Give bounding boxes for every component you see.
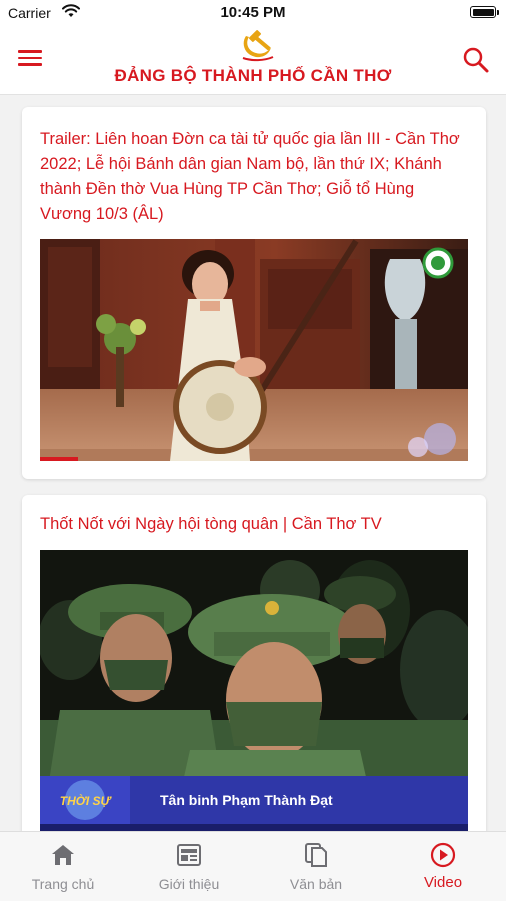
app-header: ĐẢNG BỘ THÀNH PHỐ CẦN THƠ xyxy=(0,26,506,95)
video-caption: Tân binh Phạm Thành Đạt xyxy=(160,792,333,808)
home-icon xyxy=(52,845,74,865)
thumbnail-image: THỜI SỰ Tân binh Phạm Thành Đạt xyxy=(40,550,468,831)
page-title: ĐẢNG BỘ THÀNH PHỐ CẦN THƠ xyxy=(114,66,392,85)
search-icon[interactable] xyxy=(460,44,492,76)
tab-documents[interactable]: Văn bản xyxy=(253,832,379,901)
video-list[interactable]: Trailer: Liên hoan Đờn ca tài tử quốc gi… xyxy=(0,95,506,831)
tab-label: Giới thiệu xyxy=(158,876,220,892)
tab-label: Video xyxy=(423,874,463,891)
news-logo-text: THỜI SỰ xyxy=(60,793,113,808)
tab-label: Văn bản xyxy=(289,876,343,892)
video-thumbnail[interactable]: THỜI SỰ Tân binh Phạm Thành Đạt xyxy=(40,550,468,831)
tab-bar: Trang chủ Giới thiệu Văn bản Video xyxy=(0,831,506,901)
video-thumbnail[interactable] xyxy=(40,239,468,461)
newspaper-icon xyxy=(177,844,201,866)
tab-label: Trang chủ xyxy=(31,876,95,892)
battery-icon xyxy=(470,6,499,18)
video-title[interactable]: Thốt Nốt với Ngày hội tòng quân | Cần Th… xyxy=(40,512,468,537)
tab-home[interactable]: Trang chủ xyxy=(0,832,126,901)
video-card[interactable]: Trailer: Liên hoan Đờn ca tài tử quốc gi… xyxy=(22,107,486,479)
video-title[interactable]: Trailer: Liên hoan Đờn ca tài tử quốc gi… xyxy=(40,127,468,227)
tab-about[interactable]: Giới thiệu xyxy=(126,832,252,901)
hammer-sickle-icon xyxy=(242,30,274,62)
status-time: 10:45 PM xyxy=(220,4,286,21)
play-circle-icon xyxy=(430,842,456,868)
status-bar: Carrier 10:45 PM xyxy=(0,0,506,26)
video-card[interactable]: Thốt Nốt với Ngày hội tòng quân | Cần Th… xyxy=(22,495,486,831)
tab-video[interactable]: Video xyxy=(380,832,506,901)
documents-icon xyxy=(305,843,327,867)
thumbnail-image xyxy=(40,239,468,461)
